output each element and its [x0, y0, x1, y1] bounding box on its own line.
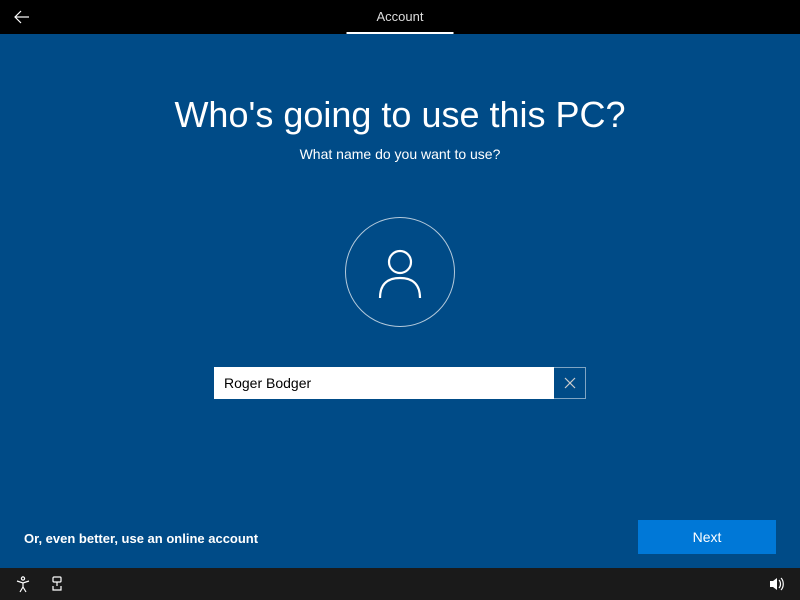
- user-avatar-placeholder: [345, 217, 455, 327]
- close-icon: [564, 377, 576, 389]
- volume-icon: [768, 575, 786, 593]
- header-bar: Account: [0, 0, 800, 34]
- clear-input-button[interactable]: [554, 367, 586, 399]
- input-method-button[interactable]: [40, 568, 74, 600]
- ease-of-access-icon: [14, 575, 32, 593]
- tab-account[interactable]: Account: [347, 0, 454, 34]
- use-online-account-link[interactable]: Or, even better, use an online account: [24, 531, 258, 546]
- tab-strip: Account: [347, 0, 454, 34]
- user-icon: [370, 242, 430, 302]
- main-area: Who's going to use this PC? What name do…: [0, 34, 800, 568]
- name-input-row: [214, 367, 586, 399]
- volume-button[interactable]: [760, 568, 794, 600]
- back-button[interactable]: [0, 0, 44, 34]
- tab-label: Account: [377, 9, 424, 24]
- footer-bar: [0, 568, 800, 600]
- page-title: Who's going to use this PC?: [174, 94, 625, 136]
- page-subtitle: What name do you want to use?: [300, 146, 501, 162]
- next-button[interactable]: Next: [638, 520, 776, 554]
- next-button-label: Next: [693, 529, 722, 545]
- keyboard-icon: [48, 575, 66, 593]
- back-arrow-icon: [12, 7, 32, 27]
- user-name-input[interactable]: [214, 367, 554, 399]
- ease-of-access-button[interactable]: [6, 568, 40, 600]
